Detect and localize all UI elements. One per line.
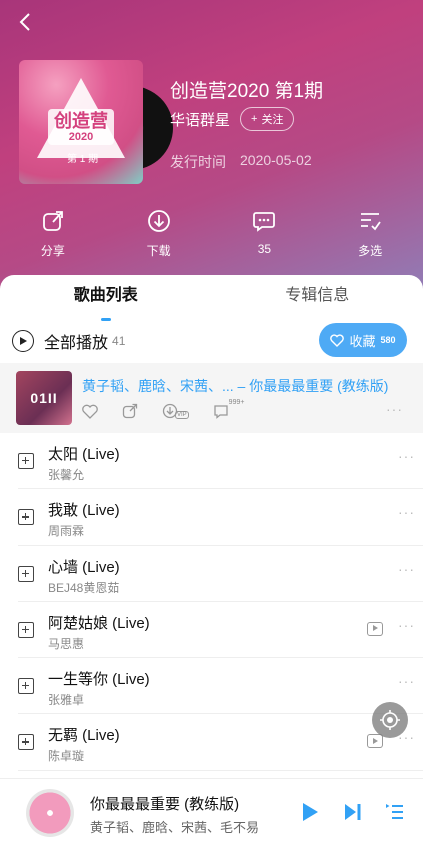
more-icon[interactable]: ··· [386,401,403,417]
heart-icon [330,333,345,347]
cover-episode: 第 1 期 [67,154,99,165]
locate-current-button[interactable] [372,702,408,738]
add-to-playlist-icon[interactable] [18,734,34,751]
song-artist: 马思惠 [48,636,85,651]
song-list: 太阳 (Live) 张馨允 ··· 我敢 (Live) 周雨霖 ··· 心墙 (… [0,433,423,771]
plus-icon: + [251,113,258,125]
like-icon[interactable] [82,404,98,419]
more-icon[interactable]: ··· [398,504,415,520]
song-artist: 周雨霖 [48,524,85,539]
song-row[interactable]: 心墙 (Live) BEJ48黄恩茹 ··· [18,546,423,602]
song-artist: BEJ48黄恩茹 [48,580,120,595]
download-icon [147,210,170,232]
more-icon[interactable]: ··· [398,561,415,577]
album-cover[interactable]: 创造营 2020 第 1 期 [19,60,173,184]
share-icon [42,211,63,231]
cover-logo: 创造营 2020 [48,109,114,145]
song-title: 阿楚姑娘 (Live) [48,614,150,632]
follow-button[interactable]: + 关注 [240,107,295,131]
chevron-left-icon [19,13,30,31]
download-button[interactable]: 下载 [106,208,212,259]
comment-button[interactable]: 35 [212,208,318,259]
song-title: 心墙 (Live) [48,558,120,576]
multi-select-icon [361,213,381,231]
song-panel: 歌曲列表 专辑信息 全部播放 41 收藏 580 01II 黄子韬、鹿晗、宋茜、… [0,275,423,778]
release-info: 发行时间 2020-05-02 [170,152,312,170]
cover-image: 创造营 2020 第 1 期 [19,60,143,184]
next-track-icon[interactable] [343,801,363,823]
current-song-thumbnail: 01II [16,371,72,425]
add-to-playlist-icon[interactable] [18,678,34,695]
song-count: 41 [112,334,126,348]
song-row[interactable]: 我敢 (Live) 周雨霖 ··· [18,489,423,546]
song-artist: 张馨允 [48,468,85,482]
song-title: 我敢 (Live) [48,502,120,520]
song-title: 太阳 (Live) [48,446,120,463]
album-header: 创造营 2020 第 1 期 创造营2020 第1期 华语群星 + 关注 发行时… [0,0,423,300]
mv-icon[interactable] [367,621,383,636]
share-button[interactable]: 分享 [0,208,106,259]
now-playing-artist: 黄子韬、鹿晗、宋茜、毛不易 [90,820,260,835]
song-artist: 陈卓璇 [48,749,85,764]
song-artist: 张雅卓 [48,693,85,708]
collect-button[interactable]: 收藏 580 [319,323,407,357]
song-row[interactable]: 无羁 (Live) 陈卓璇 ··· [18,714,423,771]
comment-icon[interactable] [213,404,229,419]
play-all-icon[interactable] [12,330,34,352]
comment-icon [253,212,276,232]
add-to-playlist-icon[interactable] [18,565,34,582]
vip-badge: VIP [175,411,189,419]
share-icon[interactable] [122,403,138,419]
song-row[interactable]: 一生等你 (Live) 张雅卓 ··· [18,658,423,715]
song-title: 无羁 (Live) [48,727,120,745]
target-icon [380,710,400,730]
current-song-row[interactable]: 01II 黄子韬、鹿晗、宋茜、... – 你最最最重要 (教练版) VIP 99… [0,363,423,433]
now-playing-title: 你最最最重要 (教练版) [90,796,240,813]
more-icon[interactable]: ··· [398,673,415,689]
add-to-playlist-icon[interactable] [18,621,34,638]
tab-song-list[interactable]: 歌曲列表 [0,275,212,325]
multi-select-button[interactable]: 多选 [317,208,423,259]
tab-album-info[interactable]: 专辑信息 [212,275,423,325]
now-playing-disc[interactable] [26,789,74,837]
add-to-playlist-icon[interactable] [18,453,34,469]
playlist-icon[interactable] [385,801,405,823]
artist-link[interactable]: 华语群星 [170,109,230,130]
more-icon[interactable]: ··· [398,617,415,633]
play-icon[interactable] [300,801,320,823]
back-button[interactable] [14,10,42,38]
play-all-button[interactable]: 全部播放 [44,329,108,353]
comment-count-badge: 999+ [228,398,245,406]
current-song-title: 黄子韬、鹿晗、宋茜、... – 你最最最重要 (教练版) [82,378,389,394]
add-to-playlist-icon[interactable] [18,509,34,526]
song-row[interactable]: 阿楚姑娘 (Live) 马思惠 ··· [18,602,423,659]
album-title: 创造营2020 第1期 [170,81,324,102]
song-title: 一生等你 (Live) [48,671,150,689]
song-row[interactable]: 太阳 (Live) 张馨允 ··· [18,433,423,490]
mv-icon[interactable] [367,734,383,749]
mini-player[interactable]: 你最最最重要 (教练版) 黄子韬、鹿晗、宋茜、毛不易 [0,778,423,852]
more-icon[interactable]: ··· [398,448,415,464]
